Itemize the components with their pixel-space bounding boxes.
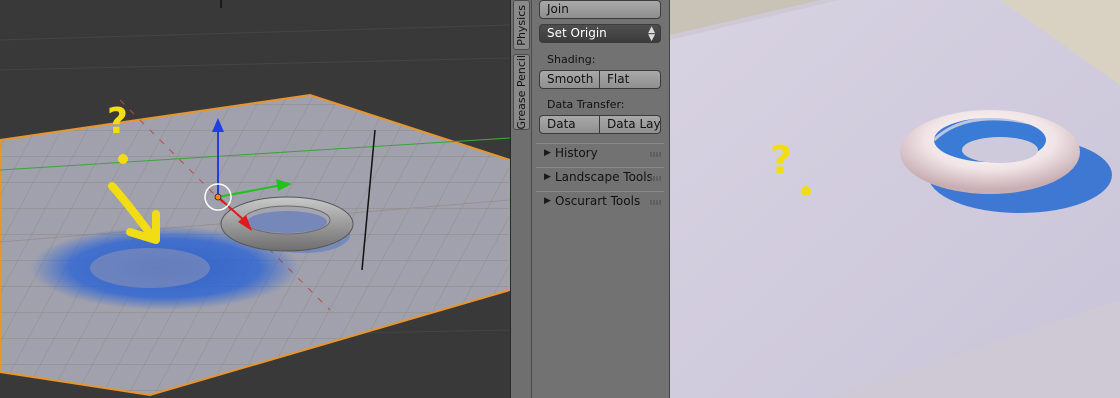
section-oscurart-tools[interactable]: ▶ Oscurart Tools [536,191,664,213]
render-scene: ? [670,0,1120,398]
annotation-question-mark-left: ? [107,101,128,142]
3d-viewport[interactable]: ? [0,0,510,398]
tool-shelf-panel: Join Set Origin ▲ ▼ Shading: Smooth Flat … [532,0,670,398]
data-transfer-label: Data Transfer: [547,98,625,111]
tool-tab-strip: Physics Grease Pencil [510,0,532,398]
viewport-scene: ? [0,0,510,397]
flat-button[interactable]: Flat [600,70,661,89]
annotation-question-mark-right: ? [770,138,792,182]
data-button[interactable]: Data [539,115,600,134]
render-preview: ? [670,0,1120,398]
smooth-button[interactable]: Smooth [539,70,600,89]
shading-label: Shading: [547,53,596,66]
section-oscurart-tools-title: Oscurart Tools [555,194,641,208]
join-button[interactable]: Join [539,0,661,19]
collapse-triangle-icon: ▶ [544,196,551,206]
torus-object[interactable] [220,196,354,252]
render-torus [900,110,1080,194]
updown-arrows-icon: ▲ ▼ [648,25,655,43]
section-history[interactable]: ▶ History [536,143,664,165]
drag-grip-icon[interactable] [650,152,662,157]
section-landscape-tools[interactable]: ▶ Landscape Tools [536,167,664,189]
section-history-title: History [555,146,598,160]
collapse-triangle-icon: ▶ [544,172,551,182]
set-origin-label: Set Origin [547,26,607,40]
tab-grease-pencil[interactable]: Grease Pencil [513,54,530,130]
drag-grip-icon[interactable] [650,176,662,181]
collapse-triangle-icon: ▶ [544,148,551,158]
data-layout-button[interactable]: Data Layo [600,115,661,134]
tab-physics[interactable]: Physics [513,0,530,50]
section-landscape-tools-title: Landscape Tools [555,170,653,184]
tab-grease-pencil-label: Grease Pencil [515,54,528,130]
tab-physics-label: Physics [515,4,528,46]
set-origin-dropdown[interactable]: Set Origin ▲ ▼ [539,24,661,43]
drag-grip-icon[interactable] [650,200,662,205]
